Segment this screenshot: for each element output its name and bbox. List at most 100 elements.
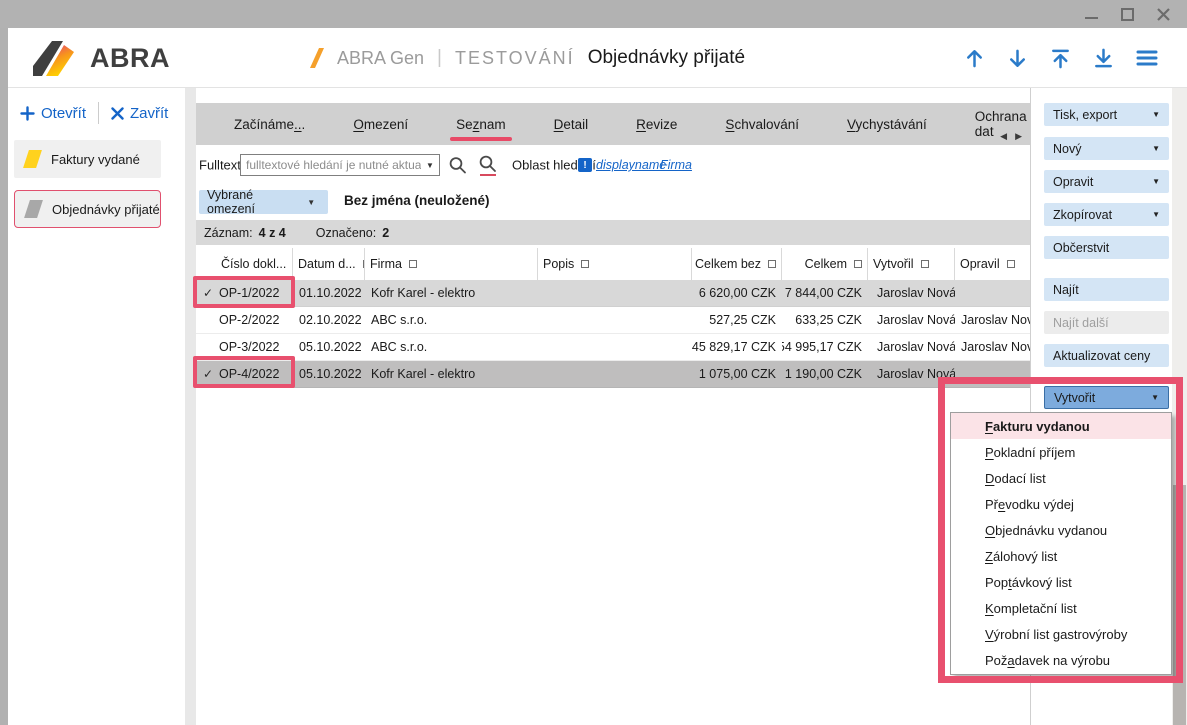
table-row-op-3-2022[interactable]: OP-3/202205.10.2022ABC s.r.o.45 829,17 C… — [196, 334, 1030, 361]
search-area-link-displayname[interactable]: displayname — [596, 158, 666, 172]
tab-label: Omezení — [353, 117, 408, 132]
menu-item-kompletacni-list[interactable]: Kompletační list — [951, 596, 1171, 622]
column-filter-icon[interactable] — [1007, 260, 1015, 268]
cell-opravil — [955, 361, 1030, 387]
record-navigation — [963, 28, 1159, 88]
menu-item-label: Dodací list — [985, 471, 1046, 486]
tab-omezeni[interactable]: Omezení — [329, 103, 432, 145]
menu-item-zalohovy-list[interactable]: Zálohový list — [951, 543, 1171, 569]
tab-label: Vychystávání — [847, 117, 927, 132]
chevron-down-icon: ▼ — [1152, 210, 1160, 219]
column-header-opravil[interactable]: Opravil — [955, 248, 1030, 280]
tab-revize[interactable]: Revize — [612, 103, 701, 145]
menu-item-poptavkovy-list[interactable]: Poptávkový list — [951, 570, 1171, 596]
column-filter-icon[interactable] — [768, 260, 776, 268]
window-close-button[interactable] — [1155, 6, 1171, 22]
close-agenda-button[interactable]: Zavřít — [111, 105, 168, 122]
table-row-op-1-2022[interactable]: ✓OP-1/202201.10.2022Kofr Karel - elektro… — [196, 280, 1030, 307]
cell-celkem-bez: 1 075,00 CZK — [692, 361, 782, 387]
sidebar-splitter[interactable] — [185, 88, 196, 725]
tab-zaciname[interactable]: Začínáme... — [210, 103, 329, 145]
tab-scroll-left-icon[interactable]: ◀ — [1000, 131, 1007, 142]
zkopirovat-button[interactable]: Zkopírovat▼ — [1044, 203, 1169, 226]
cell-cislo-dokladu: OP-2/2022 — [196, 307, 293, 333]
cell-datum: 05.10.2022 — [293, 334, 365, 360]
abra-logo-mark-icon — [30, 38, 82, 78]
column-header-celkem-bez[interactable]: Celkem bez — [692, 248, 782, 280]
cell-datum: 05.10.2022 — [293, 361, 365, 387]
tab-vychystavani[interactable]: Vychystávání — [823, 103, 951, 145]
column-header-cislo-dokladu[interactable]: Číslo dokl... — [196, 248, 293, 280]
column-header-celkem[interactable]: Celkem — [782, 248, 868, 280]
cell-value: Jaroslav Novák — [877, 367, 955, 381]
column-header-firma[interactable]: Firma — [365, 248, 538, 280]
next-record-button[interactable] — [1006, 47, 1029, 70]
column-header-vytvoril[interactable]: Vytvořil — [868, 248, 955, 280]
table-row-op-2-2022[interactable]: OP-2/202202.10.2022ABC s.r.o.527,25 CZK6… — [196, 307, 1030, 334]
first-record-button[interactable] — [1049, 47, 1072, 70]
menu-item-objednavku-vydanou[interactable]: Objednávku vydanou — [951, 517, 1171, 543]
menu-item-label: Převodku výdej — [985, 497, 1074, 512]
vertical-scrollbar[interactable] — [1172, 88, 1187, 725]
open-agenda-button[interactable]: Otevřít — [20, 105, 86, 122]
search-area-link-firma[interactable]: Firma — [660, 158, 692, 172]
column-header-datum[interactable]: Datum d... — [293, 248, 365, 280]
restriction-dropdown[interactable]: Vybrané omezení ▼ — [199, 190, 328, 214]
tab-label: Revize — [636, 117, 677, 132]
cell-value: OP-2/2022 — [219, 313, 279, 327]
cell-opravil: Jaroslav Novák — [955, 307, 1030, 333]
column-filter-icon[interactable] — [921, 260, 929, 268]
menu-item-label: Pokladní příjem — [985, 445, 1075, 460]
main-menu-button[interactable] — [1135, 46, 1159, 70]
fulltext-combo[interactable]: fulltextové hledání je nutné aktualizova… — [240, 154, 440, 176]
window-minimize-button[interactable] — [1083, 6, 1099, 22]
column-header-label: Číslo dokl... — [221, 257, 286, 271]
action-button-label: Najít další — [1053, 316, 1109, 330]
action-button-label: Občerstvit — [1053, 241, 1109, 255]
column-header-popis[interactable]: Popis — [538, 248, 692, 280]
menu-item-vyrobni-list-gastrovyroby[interactable]: Výrobní list gastrovýroby — [951, 622, 1171, 648]
column-filter-icon[interactable] — [409, 260, 417, 268]
tab-detail[interactable]: Detail — [530, 103, 613, 145]
menu-item-pokladni-prijem[interactable]: Pokladní příjem — [951, 439, 1171, 465]
table-row-op-4-2022[interactable]: ✓OP-4/202205.10.2022Kofr Karel - elektro… — [196, 361, 1030, 388]
najit-button[interactable]: Najít — [1044, 278, 1169, 301]
last-record-button[interactable] — [1092, 47, 1115, 70]
column-filter-icon[interactable] — [581, 260, 589, 268]
app-slash-icon — [310, 48, 324, 68]
table-header: Číslo dokl... Datum d... Firma PopisCelkem … — [196, 248, 1030, 280]
menu-item-pozadavek-na-vyrobu[interactable]: Požadavek na výrobu — [951, 648, 1171, 674]
column-filter-icon[interactable] — [854, 260, 862, 268]
x-icon — [111, 107, 124, 120]
tab-scroll-right-icon[interactable]: ▶ — [1015, 131, 1022, 142]
column-header-label: Firma — [370, 257, 402, 271]
cell-value: 02.10.2022 — [299, 313, 362, 327]
cell-opravil: Jaroslav Novák — [955, 334, 1030, 360]
tisk-export-button[interactable]: Tisk, export▼ — [1044, 103, 1169, 126]
sidebar-item-objednavky-prijate[interactable]: Objednávky přijaté — [14, 190, 161, 228]
novy-button[interactable]: Nový▼ — [1044, 137, 1169, 160]
aktualizovat-ceny-button[interactable]: Aktualizovat ceny — [1044, 344, 1169, 367]
opravit-button[interactable]: Opravit▼ — [1044, 170, 1169, 193]
vytvorit-button[interactable]: Vytvořit▼ — [1044, 386, 1169, 409]
app-name: ABRA Gen — [337, 48, 424, 69]
cell-vytvoril: Jaroslav Novák — [868, 280, 955, 306]
tab-schvalovani[interactable]: Schvalování — [701, 103, 823, 145]
previous-record-button[interactable] — [963, 47, 986, 70]
update-fulltext-button[interactable] — [478, 154, 497, 176]
cell-opravil — [955, 280, 1030, 306]
cell-celkem: 633,25 CZK — [782, 307, 868, 333]
menu-item-prevodku-vydej[interactable]: Převodku výdej — [951, 491, 1171, 517]
tab-seznam[interactable]: Seznam — [432, 103, 530, 145]
menu-item-fakturu-vydanou[interactable]: Fakturu vydanou — [951, 413, 1171, 439]
najit-dalsi-button: Najít další — [1044, 311, 1169, 334]
menu-item-dodaci-list[interactable]: Dodací list — [951, 465, 1171, 491]
cell-datum: 01.10.2022 — [293, 280, 365, 306]
search-button[interactable] — [448, 156, 467, 175]
chevron-down-icon[interactable]: ▼ — [421, 161, 439, 170]
obcerstvit-button[interactable]: Občerstvit — [1044, 236, 1169, 259]
window-maximize-button[interactable] — [1119, 6, 1135, 22]
sidebar-item-faktury-vydane[interactable]: Faktury vydané — [14, 140, 161, 178]
sidebar-item-label: Faktury vydané — [51, 152, 140, 167]
scrollbar-thumb[interactable] — [1173, 485, 1186, 725]
